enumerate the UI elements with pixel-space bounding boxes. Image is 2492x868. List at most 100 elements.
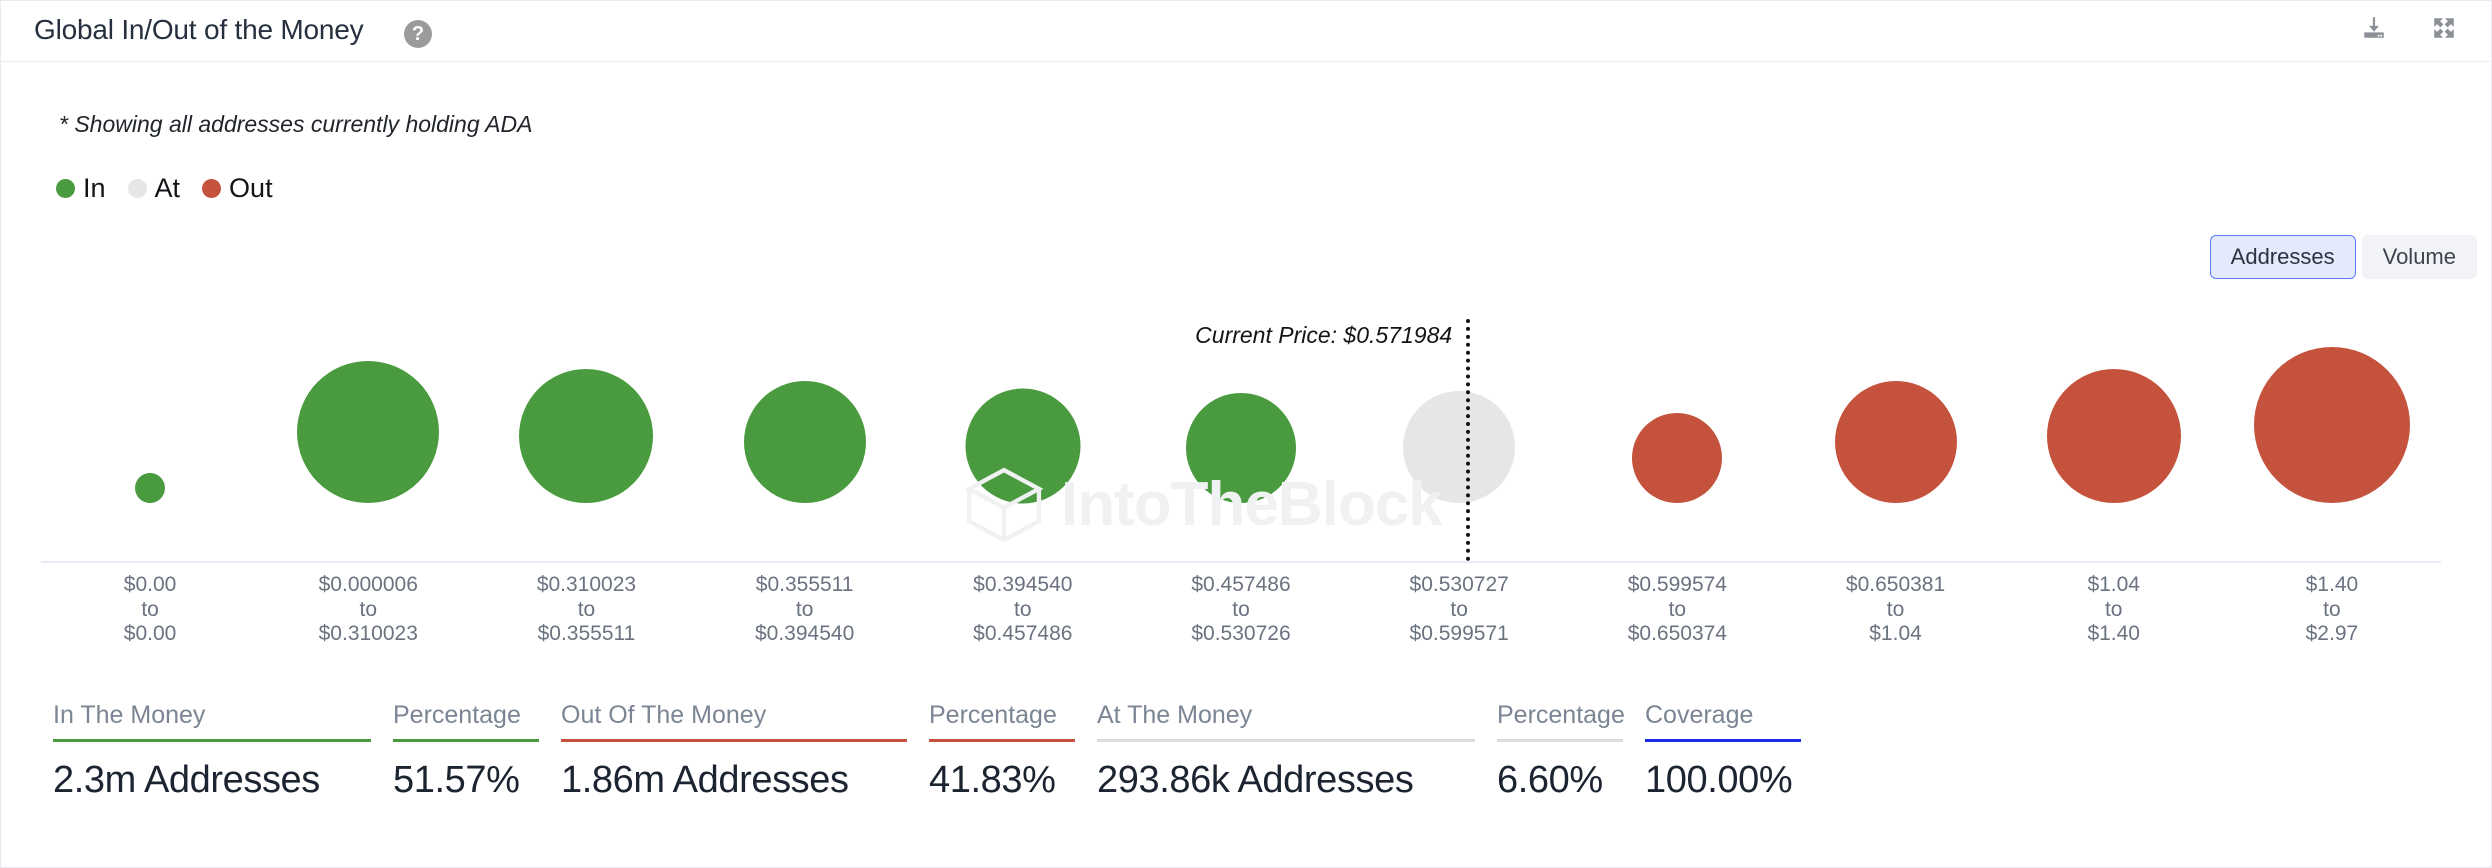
bubble-out-8[interactable] [1834,381,1957,503]
tick-range-from: $0.355511 [755,573,854,596]
tick-range-separator: to [577,597,596,621]
legend-label: Out [229,173,273,203]
tick-range-to: $0.599571 [1409,622,1509,645]
card-header: Global In/Out of the Money ? [1,1,2491,62]
x-tick-label-5: $0.457486 to $0.530726 [1191,573,1290,647]
tick-range-separator: to [1668,597,1687,621]
legend-label: At [154,173,181,203]
stat-label: Out Of The Money [561,701,767,729]
tick-range-to: $0.00 [123,622,177,645]
bubble-in-3[interactable] [743,381,866,503]
x-tick-label-9: $1.04 to $1.40 [2087,573,2140,647]
tick-range-from: $0.650381 [1845,573,1946,596]
chart-note: * Showing all addresses currently holdin… [59,111,533,137]
bubble-in-1[interactable] [297,361,440,503]
chart-legend: In At Out [56,173,295,204]
tick-range-separator: to [2323,597,2341,621]
tick-range-to: $0.650374 [1627,622,1727,645]
question-mark-icon[interactable]: ? [404,20,432,48]
stat-percentage-5: Percentage 6.60% [1497,701,1645,802]
header-actions [2357,11,2461,45]
bubble-in-4[interactable] [965,388,1081,503]
stat-underline [561,739,907,742]
stat-value: 293.86k Addresses [1097,759,1414,801]
fullscreen-expand-icon[interactable] [2427,11,2461,45]
x-tick-label-1: $0.000006 to $0.310023 [319,573,418,647]
bubble-in-0[interactable] [135,473,166,503]
stat-coverage-6: Coverage 100.00% [1645,701,1823,802]
toggle-volume-button[interactable]: Volume [2361,235,2477,280]
tick-range-to: $1.04 [1869,622,1922,645]
bubble-in-2[interactable] [519,369,654,503]
metric-toggle-group: Addresses Volume [2209,235,2477,280]
stat-underline [393,739,539,742]
legend-item-out[interactable]: Out [202,173,273,204]
stat-value: 2.3m Addresses [53,759,320,801]
bubble-out-9[interactable] [2046,369,2181,503]
x-tick-label-6: $0.530727 to $0.599571 [1410,573,1509,647]
page-title: Global In/Out of the Money [34,14,364,45]
download-icon[interactable] [2357,11,2391,45]
tick-range-from: $0.310023 [536,573,637,596]
stat-underline [929,739,1075,742]
legend-item-at[interactable]: At [127,173,181,204]
current-price-label: Current Price: $0.571984 [1195,322,1453,348]
x-axis-line [41,561,2441,563]
tick-range-separator: to [141,597,159,621]
stat-out-of-the-money-2: Out Of The Money 1.86m Addresses [561,701,929,802]
tick-range-to: $0.530726 [1191,622,1291,645]
tick-range-to: $0.457486 [973,622,1073,645]
stat-value: 51.57% [393,759,520,801]
stat-value: 100.00% [1645,759,1793,801]
tick-range-separator: to [1232,597,1250,621]
current-price-line [1466,319,1471,561]
tick-range-from: $0.530727 [1409,573,1509,596]
tick-range-separator: to [795,597,814,621]
summary-stats: In The Money 2.3m Addresses Percentage 51.5… [53,701,1823,802]
tick-range-from: $0.599574 [1627,573,1727,596]
toggle-addresses-button[interactable]: Addresses [2209,235,2356,280]
x-tick-label-10: $1.40 to $2.97 [2306,573,2359,647]
tick-range-from: $0.00 [123,573,177,596]
tick-range-from: $1.04 [2087,573,2140,596]
legend-item-in[interactable]: In [56,173,106,204]
tick-range-separator: to [1450,597,1468,621]
stat-percentage-1: Percentage 51.57% [393,701,561,802]
tick-range-from: $1.40 [2305,573,2359,596]
stat-label: Percentage [393,701,521,729]
stat-underline [1097,739,1475,742]
stat-label: At The Money [1097,701,1253,729]
x-tick-label-0: $0.00 to $0.00 [124,573,177,647]
legend-dot-in-icon [56,179,75,198]
stat-in-the-money-0: In The Money 2.3m Addresses [53,701,393,802]
stat-label: Percentage [1497,701,1625,729]
tick-range-from: $0.394540 [973,573,1073,596]
x-tick-label-4: $0.394540 to $0.457486 [973,573,1072,647]
stat-value: 6.60% [1497,759,1603,801]
tick-range-to: $0.355511 [537,622,636,645]
stat-percentage-3: Percentage 41.83% [929,701,1097,802]
tick-range-to: $0.394540 [754,622,855,645]
legend-dot-at-icon [127,179,147,198]
x-axis-tick-labels: $0.00 to $0.00 $0.000006 to $0.310023 $0.31002… [41,573,2441,651]
bubble-at-6[interactable] [1403,391,1516,503]
stat-label: Coverage [1645,701,1754,729]
stat-underline [1645,739,1801,742]
tick-range-to: $2.97 [2305,622,2359,645]
bubble-in-5[interactable] [1186,393,1296,503]
tick-range-to: $0.310023 [318,622,418,645]
tick-range-separator: to [2104,597,2123,621]
bubble-out-10[interactable] [2253,347,2410,503]
stat-at-the-money-4: At The Money 293.86k Addresses [1097,701,1497,802]
tick-range-from: $0.457486 [1191,573,1291,596]
x-tick-label-7: $0.599574 to $0.650374 [1628,573,1727,647]
bubble-out-7[interactable] [1632,413,1723,503]
x-tick-label-3: $0.355511 to $0.394540 [755,573,854,647]
x-tick-label-8: $0.650381 to $1.04 [1846,573,1945,647]
stat-label: Percentage [929,701,1057,729]
tick-range-from: $0.000006 [318,573,418,596]
tick-range-separator: to [1014,597,1032,621]
stat-underline [53,739,371,742]
global-in-out-of-the-money-card: Global In/Out of the Money ? * Showing a… [0,0,2492,868]
tick-range-separator: to [1886,597,1905,621]
